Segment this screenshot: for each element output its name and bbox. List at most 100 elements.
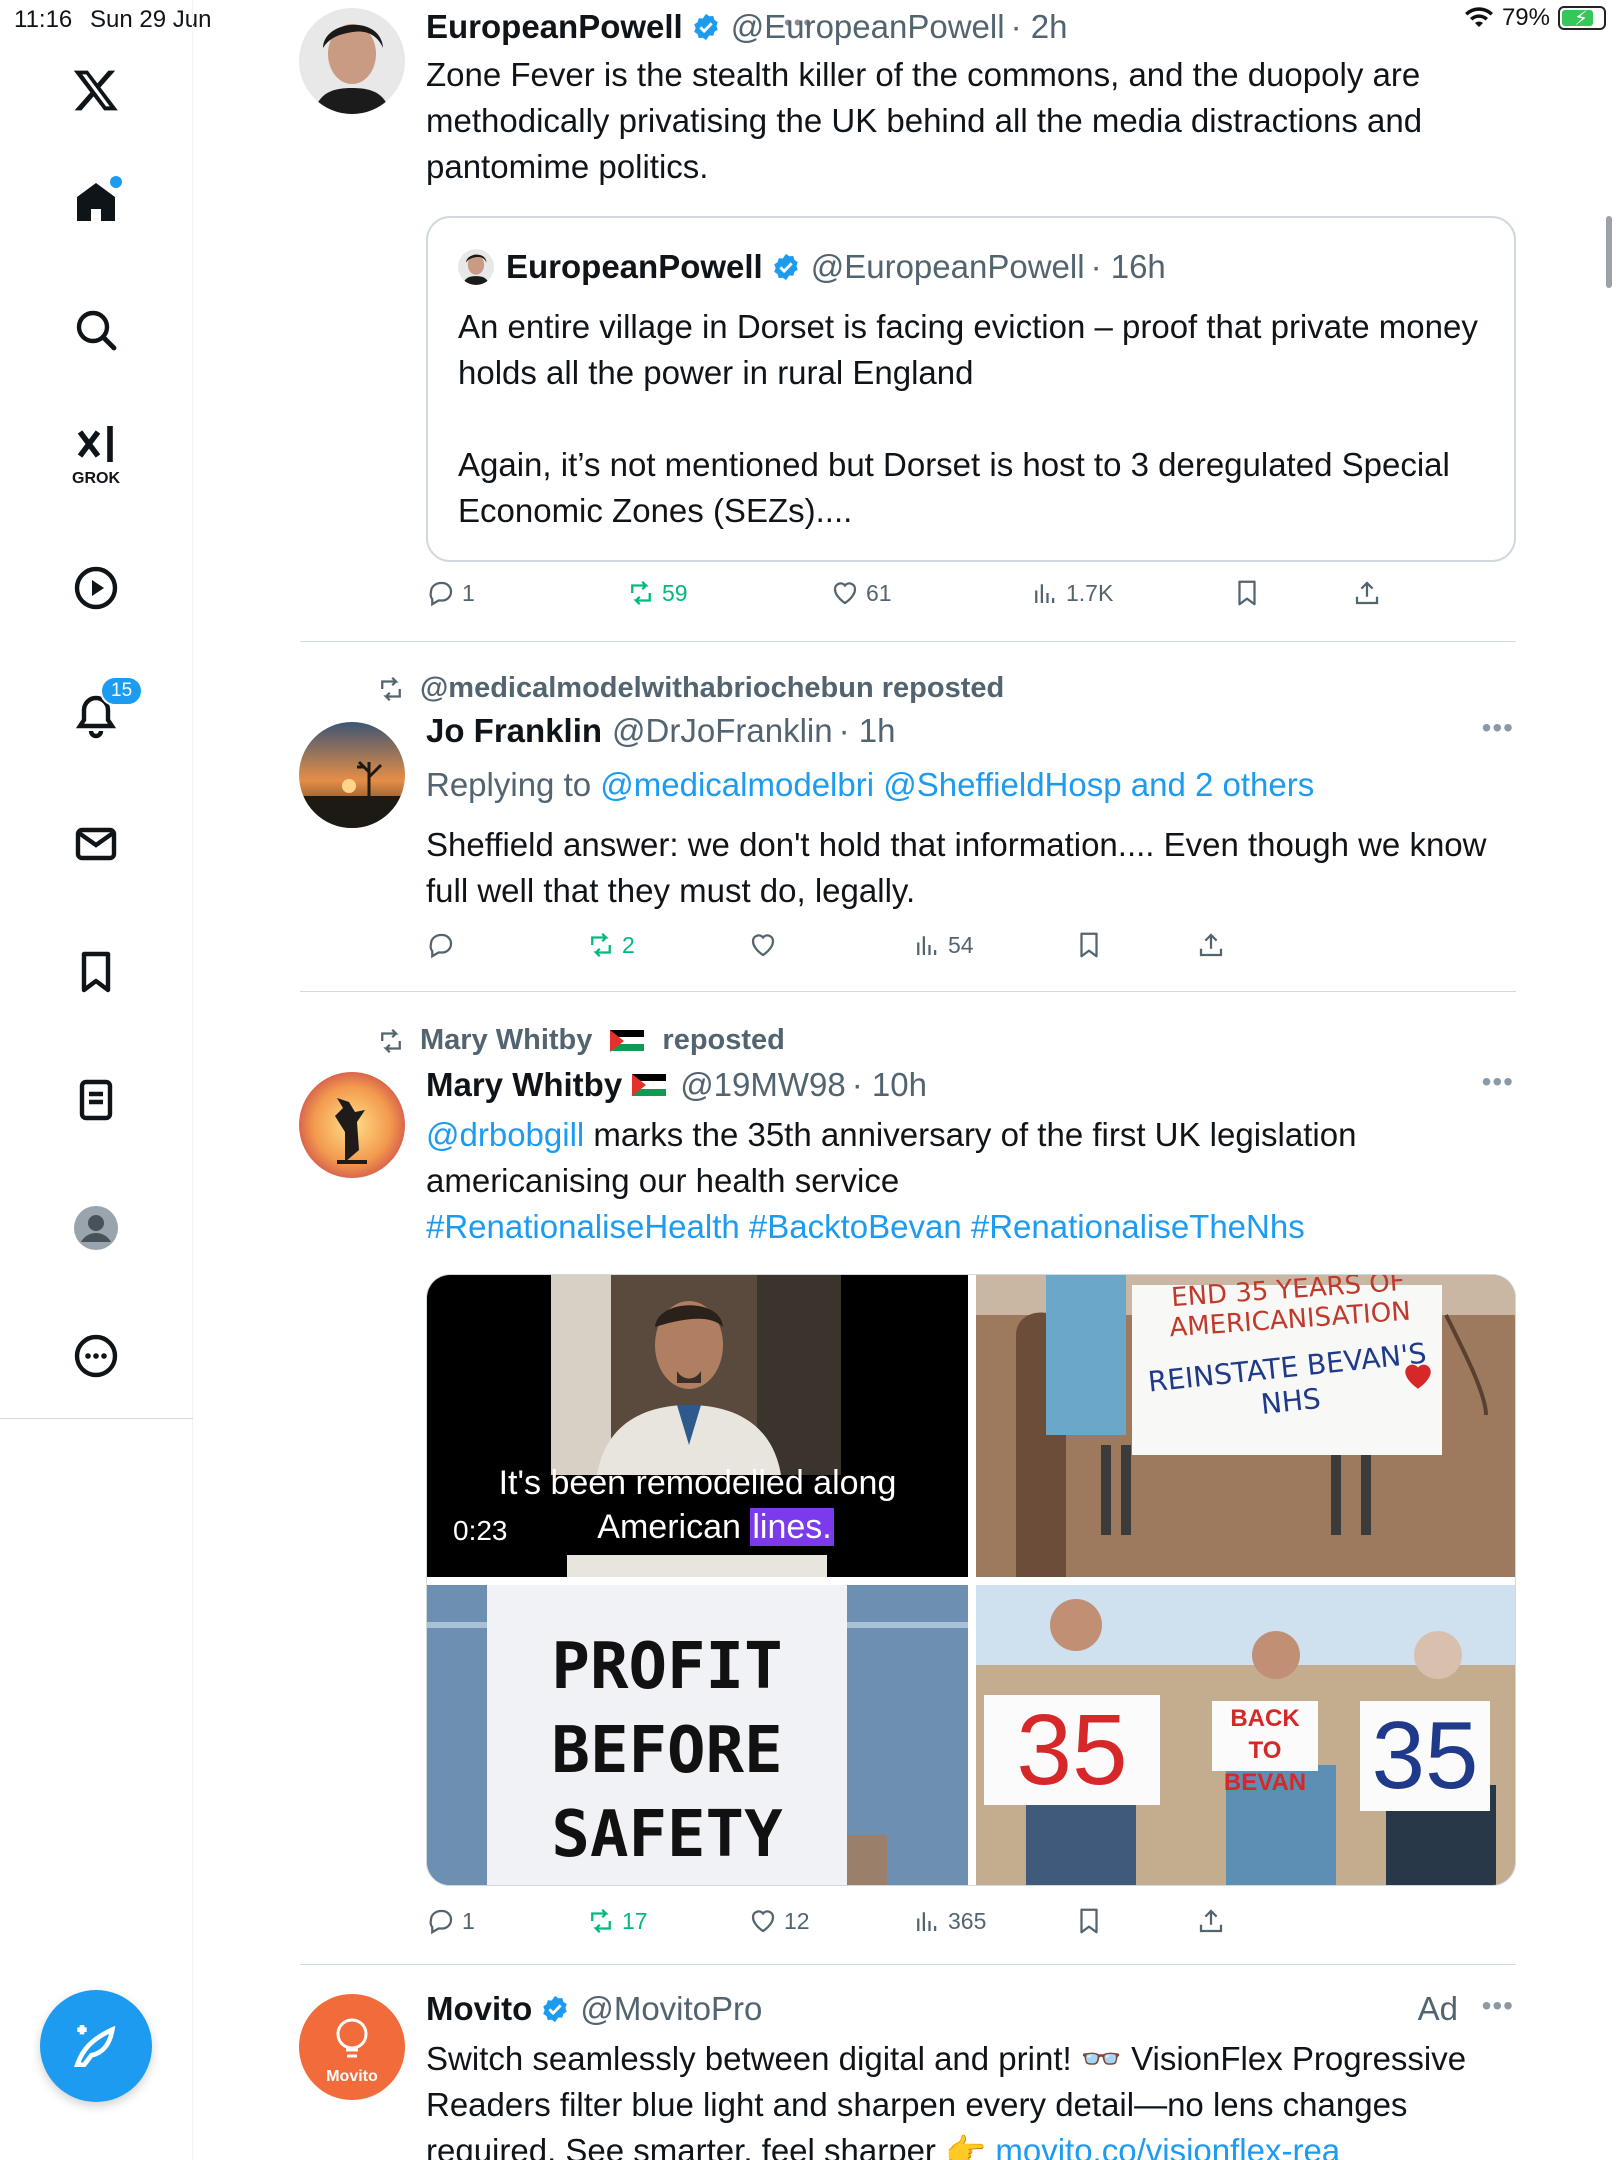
quoted-post-time: · 16h	[1090, 248, 1166, 285]
bookmark-icon[interactable]	[48, 924, 144, 1020]
view-count: 1.7K	[1066, 579, 1114, 606]
tweet-actions: 2 54	[426, 930, 1446, 970]
quoted-author-handle: @EuropeanPowell	[810, 248, 1085, 285]
video-icon[interactable]	[48, 540, 144, 636]
share-button[interactable]	[1196, 1906, 1226, 1936]
author-name[interactable]: EuropeanPowell	[426, 8, 683, 46]
notification-badge: 15	[100, 676, 144, 706]
bookmark-button[interactable]	[1232, 578, 1262, 608]
like-button[interactable]: 61	[830, 578, 892, 608]
avatar[interactable]: Movito	[299, 1994, 405, 2100]
repost-count: 2	[622, 931, 635, 958]
sign-line-2: BEFORE	[551, 1714, 783, 1788]
repost-context[interactable]: Mary Whitby reposted	[376, 1024, 785, 1057]
tweet-actions: 1 17 12 365	[426, 1906, 1446, 1946]
verified-badge-icon	[543, 1995, 568, 2023]
video-thumbnail[interactable]: It's been remodelled along American line…	[427, 1275, 968, 1577]
bookmark-button[interactable]	[1074, 1906, 1104, 1936]
views-button[interactable]: 365	[912, 1906, 986, 1936]
heart-drawing-icon	[1405, 1364, 1431, 1389]
avatar-label: Movito	[326, 2068, 378, 2085]
verified-badge-icon	[693, 13, 718, 41]
avatar[interactable]	[299, 722, 405, 828]
post-time[interactable]: · 1h	[839, 712, 896, 750]
image-profit-sign[interactable]: PROFIT BEFORE SAFETY	[427, 1585, 968, 1885]
compose-post-button[interactable]	[40, 1990, 152, 2102]
placard-middle: BACK TO BEVAN	[1212, 1703, 1318, 1799]
mention-link[interactable]: @drbobgill	[426, 1116, 584, 1153]
battery-percent: 79%	[1501, 4, 1550, 31]
avatar[interactable]	[299, 8, 405, 114]
reply-button[interactable]: 1	[426, 1906, 475, 1936]
bookmark-button[interactable]	[1074, 930, 1104, 960]
post-time[interactable]: · 10h	[852, 1066, 927, 1104]
quoted-author-name: EuropeanPowell	[506, 248, 763, 285]
views-button[interactable]: 54	[912, 930, 974, 960]
tweet-header: Movito @MovitoPro	[426, 1990, 762, 2028]
replying-to-users[interactable]: @medicalmodelbri @SheffieldHosp and 2 ot…	[600, 766, 1314, 803]
author-name[interactable]: Movito	[426, 1990, 532, 2028]
search-icon[interactable]	[48, 282, 144, 378]
repost-icon	[591, 932, 611, 958]
placard-left: 35	[1016, 1694, 1128, 1806]
like-count: 61	[866, 579, 892, 606]
hashtags[interactable]: #RenationaliseHealth #BacktoBevan #Renat…	[426, 1208, 1305, 1245]
reply-icon	[429, 933, 453, 959]
like-button[interactable]: 12	[748, 1906, 810, 1936]
scrollbar[interactable]	[1606, 216, 1612, 288]
repost-context-name: Mary Whitby	[420, 1024, 593, 1056]
quoted-tweet-text: An entire village in Dorset is facing ev…	[458, 304, 1488, 534]
profile-icon[interactable]	[48, 1180, 144, 1276]
reply-button[interactable]: 1	[426, 578, 475, 608]
more-icon[interactable]	[48, 1308, 144, 1404]
more-options-button[interactable]: •••	[1482, 1990, 1514, 2022]
image-placards[interactable]: 35 BACK TO BEVAN 35	[976, 1585, 1515, 1885]
palestine-flag-icon	[610, 1029, 645, 1052]
repost-context-suffix: reposted	[662, 1024, 785, 1056]
sign-line-3: SAFETY	[551, 1798, 783, 1872]
author-handle[interactable]: @MovitoPro	[580, 1990, 762, 2028]
share-button[interactable]	[1196, 930, 1226, 960]
author-handle[interactable]: @EuropeanPowell	[731, 8, 1005, 46]
post-time[interactable]: · 2h	[1011, 8, 1068, 46]
lists-icon[interactable]	[48, 1052, 144, 1148]
notifications-icon[interactable]: 15	[48, 668, 144, 764]
ad-link[interactable]: movito.co/visionflex-rea	[995, 2132, 1340, 2160]
author-handle[interactable]: @DrJoFranklin	[612, 712, 833, 750]
views-icon	[917, 936, 937, 955]
repost-count: 59	[662, 579, 688, 606]
view-count: 365	[948, 1907, 987, 1934]
author-name[interactable]: Jo Franklin	[426, 712, 602, 750]
repost-context-text: @medicalmodelwithabriochebun reposted	[420, 672, 1005, 704]
video-caption: It's been remodelled along American line…	[427, 1461, 968, 1549]
repost-button[interactable]: 59	[626, 578, 688, 608]
share-button[interactable]	[1352, 578, 1382, 608]
tweet-text: Switch seamlessly between digital and pr…	[426, 2036, 1516, 2160]
avatar[interactable]	[299, 1072, 405, 1178]
repost-button[interactable]: 2	[586, 930, 635, 960]
grok-icon[interactable]: GROK	[48, 406, 144, 502]
reply-icon	[429, 1909, 453, 1935]
tweet-text: @drbobgill marks the 35th anniversary of…	[426, 1112, 1516, 1250]
image-banner-beach[interactable]: END 35 YEARS OF AMERICANISATION REINSTAT…	[976, 1275, 1515, 1577]
quoted-tweet[interactable]: EuropeanPowell @EuropeanPowell · 16h An …	[426, 216, 1516, 562]
home-icon[interactable]	[48, 154, 144, 250]
x-logo-icon[interactable]	[48, 42, 144, 138]
author-handle[interactable]: @19MW98	[680, 1066, 846, 1104]
more-options-button[interactable]: •••	[1482, 1066, 1514, 1098]
author-name[interactable]: Mary Whitby	[426, 1066, 622, 1104]
mail-icon[interactable]	[48, 796, 144, 892]
reply-button[interactable]	[426, 930, 462, 960]
reply-count: 1	[462, 1907, 475, 1934]
status-right: 79% ⚡	[1464, 4, 1606, 32]
tweet-header: Jo Franklin @DrJoFranklin · 1h	[426, 712, 895, 750]
views-button[interactable]: 1.7K	[1030, 578, 1113, 608]
repost-context[interactable]: @medicalmodelwithabriochebun reposted	[376, 672, 1004, 705]
sidebar: GROK 15	[0, 0, 193, 2160]
repost-button[interactable]: 17	[586, 1906, 648, 1936]
like-button[interactable]	[748, 930, 784, 960]
tweet-text: Zone Fever is the stealth killer of the …	[426, 56, 1423, 185]
video-caption-highlight: lines.	[750, 1508, 834, 1546]
more-options-button[interactable]: •••	[1482, 712, 1514, 744]
palestine-flag-icon	[632, 1074, 667, 1096]
